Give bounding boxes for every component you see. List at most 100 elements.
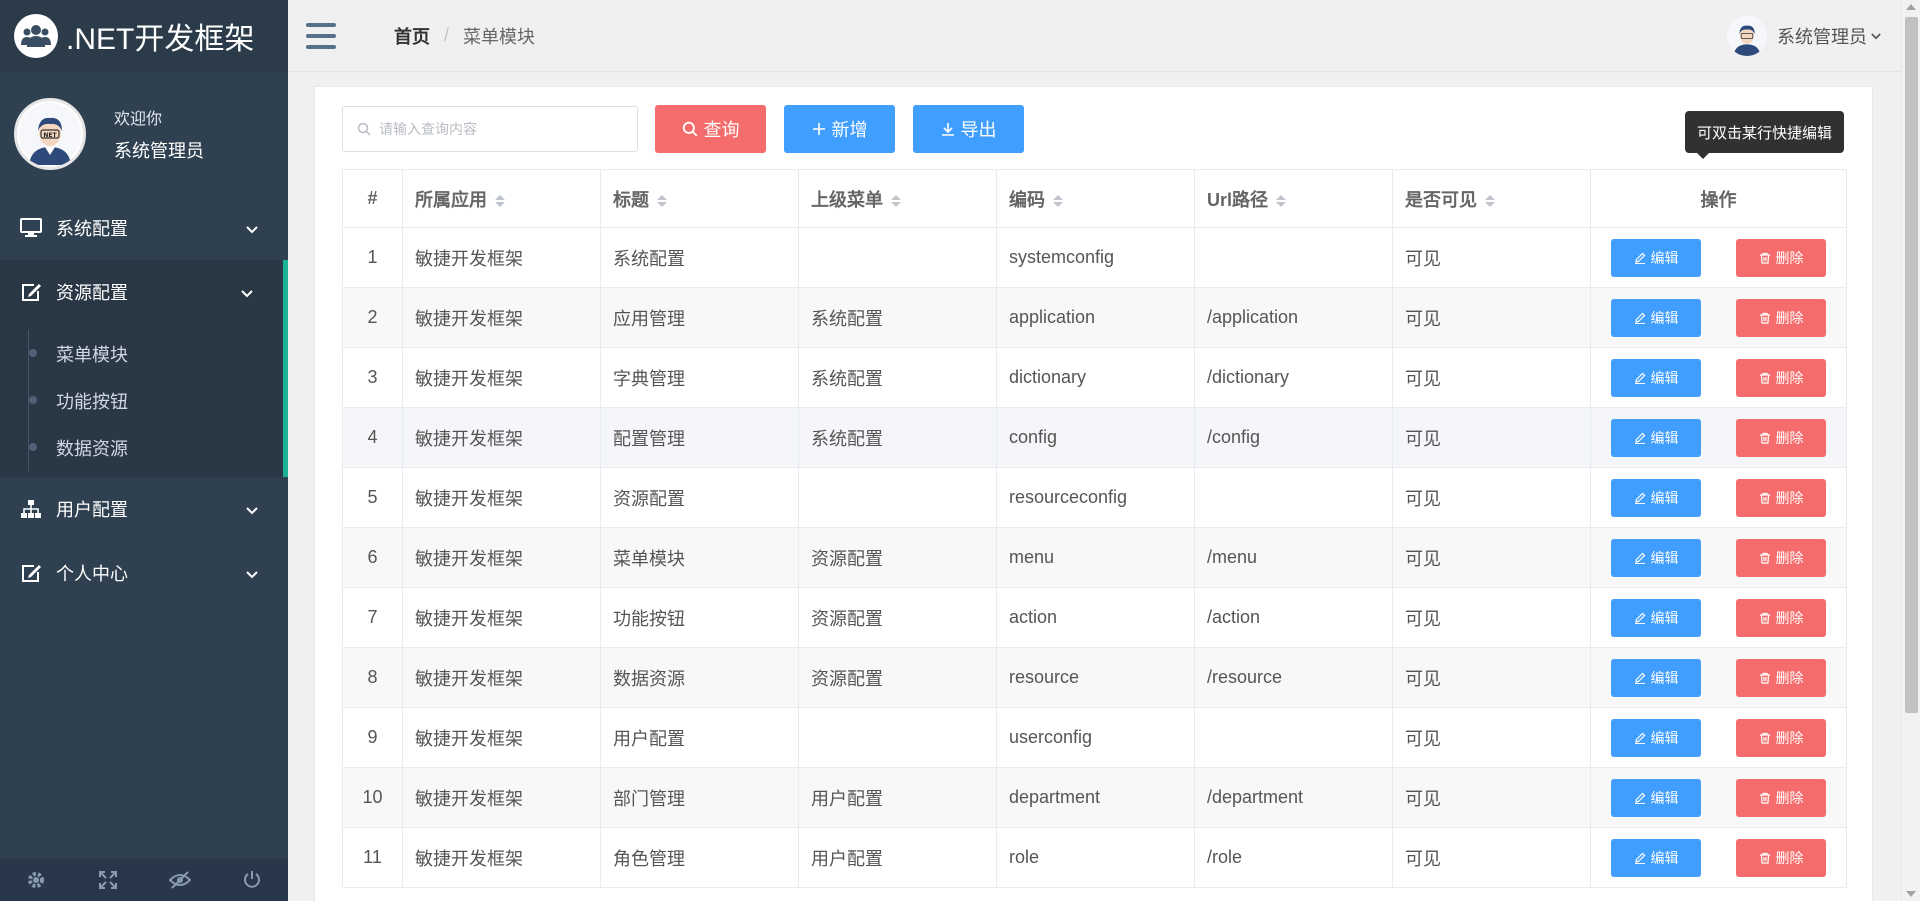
sidebar-subitem-menu-module[interactable]: 菜单模块 <box>0 330 283 377</box>
table-row[interactable]: 5 敏捷开发框架 资源配置 resourceconfig 可见 编辑 删除 <box>342 467 1847 528</box>
edit-icon <box>1634 312 1646 324</box>
brand[interactable]: .NET开发框架 <box>0 0 288 72</box>
sidebar-item-personal-center[interactable]: 个人中心 <box>0 541 288 605</box>
table-row[interactable]: 10 敏捷开发框架 部门管理 用户配置 department/department 可见编… <box>342 767 1847 828</box>
row-visible: 可见 <box>1392 527 1591 588</box>
edit-button[interactable]: 编辑 <box>1611 298 1701 337</box>
main-panel: 查询 新增 导出 可双击某行快捷编辑 # 所属应用 标题 上级菜单 编码 Url… <box>314 86 1873 901</box>
export-button[interactable]: 导出 <box>913 105 1024 153</box>
row-parent: 资源配置 <box>798 647 997 708</box>
delete-button[interactable]: 删除 <box>1736 298 1826 337</box>
row-title: 菜单模块 <box>600 527 799 588</box>
scrollbar-thumb[interactable] <box>1905 17 1918 713</box>
row-parent: 用户配置 <box>798 767 997 828</box>
edit-button[interactable]: 编辑 <box>1611 598 1701 637</box>
table-row[interactable]: 7 敏捷开发框架 功能按钮 资源配置 action/action 可见 编辑 删除 <box>342 587 1847 648</box>
row-visible: 可见 <box>1392 467 1591 528</box>
column-header-parent[interactable]: 上级菜单 <box>798 169 997 228</box>
page-scrollbar[interactable] <box>1901 0 1920 901</box>
delete-button[interactable]: 删除 <box>1736 718 1826 757</box>
edit-icon <box>18 562 44 584</box>
table-row[interactable]: 1 敏捷开发框架 系统配置 systemconfig 可见 编辑 删除 <box>342 227 1847 288</box>
row-visible: 可见 <box>1392 287 1591 348</box>
column-header-index: # <box>342 169 403 228</box>
power-icon[interactable] <box>232 860 272 900</box>
row-title: 数据资源 <box>600 647 799 708</box>
row-url <box>1194 467 1393 528</box>
scroll-up-arrow-icon[interactable] <box>1906 4 1916 10</box>
edit-button[interactable]: 编辑 <box>1611 778 1701 817</box>
delete-button[interactable]: 删除 <box>1736 418 1826 457</box>
edit-button[interactable]: 编辑 <box>1611 838 1701 877</box>
user-menu[interactable]: 系统管理员 <box>1727 16 1881 56</box>
plus-icon <box>812 122 826 136</box>
row-parent: 用户配置 <box>798 827 997 888</box>
delete-button[interactable]: 删除 <box>1736 478 1826 517</box>
trash-icon <box>1759 552 1771 564</box>
table-row[interactable]: 2 敏捷开发框架 应用管理 系统配置 application/application 可见… <box>342 287 1847 348</box>
trash-icon <box>1759 312 1771 324</box>
users-icon <box>21 25 51 47</box>
row-index: 11 <box>342 827 403 888</box>
add-button[interactable]: 新增 <box>784 105 895 153</box>
table-row[interactable]: 8 敏捷开发框架 数据资源 资源配置 resource/resource 可见 编辑 删除 <box>342 647 1847 708</box>
row-visible: 可见 <box>1392 707 1591 768</box>
sidebar-subitem-function-buttons[interactable]: 功能按钮 <box>0 377 283 424</box>
row-parent: 系统配置 <box>798 347 997 408</box>
delete-button[interactable]: 删除 <box>1736 838 1826 877</box>
download-icon <box>941 122 955 136</box>
column-header-url[interactable]: Url路径 <box>1194 169 1393 228</box>
trash-icon <box>1759 792 1771 804</box>
column-header-app[interactable]: 所属应用 <box>402 169 601 228</box>
delete-button[interactable]: 删除 <box>1736 238 1826 277</box>
row-url: /menu <box>1194 527 1393 588</box>
eye-off-icon[interactable] <box>160 860 200 900</box>
table-row[interactable]: 3 敏捷开发框架 字典管理 系统配置 dictionary/dictionary 可见 编辑… <box>342 347 1847 408</box>
sidebar-subitem-data-resources[interactable]: 数据资源 <box>0 424 283 471</box>
breadcrumb-home[interactable]: 首页 <box>394 23 430 49</box>
edit-button[interactable]: 编辑 <box>1611 358 1701 397</box>
sidebar-item-system-config[interactable]: 系统配置 <box>0 196 288 260</box>
delete-button[interactable]: 删除 <box>1736 538 1826 577</box>
search-input[interactable] <box>379 121 619 137</box>
sidebar-item-resource-config[interactable]: 资源配置 <box>0 260 288 324</box>
edit-button[interactable]: 编辑 <box>1611 658 1701 697</box>
column-header-code[interactable]: 编码 <box>996 169 1195 228</box>
search-icon <box>357 122 371 136</box>
add-button-label: 新增 <box>831 120 868 140</box>
fullscreen-icon[interactable] <box>88 860 128 900</box>
row-actions: 编辑 删除 <box>1590 467 1847 528</box>
edit-button[interactable]: 编辑 <box>1611 478 1701 517</box>
delete-button[interactable]: 删除 <box>1736 658 1826 697</box>
sort-icon <box>495 194 505 207</box>
tooltip: 可双击某行快捷编辑 <box>1685 111 1845 159</box>
row-parent <box>798 707 997 768</box>
edit-button[interactable]: 编辑 <box>1611 538 1701 577</box>
column-header-visible[interactable]: 是否可见 <box>1392 169 1591 228</box>
delete-button[interactable]: 删除 <box>1736 778 1826 817</box>
scroll-down-arrow-icon[interactable] <box>1906 891 1916 897</box>
column-header-title[interactable]: 标题 <box>600 169 799 228</box>
row-index: 2 <box>342 287 403 348</box>
chevron-down-icon <box>241 282 253 303</box>
sitemap-icon <box>18 498 44 520</box>
sidebar-item-user-config[interactable]: 用户配置 <box>0 477 288 541</box>
table-row[interactable]: 11 敏捷开发框架 角色管理 用户配置 role/role 可见 编辑 删除 <box>342 827 1847 888</box>
sidebar-footer <box>0 859 288 901</box>
delete-button[interactable]: 删除 <box>1736 358 1826 397</box>
profile-name: 系统管理员 <box>114 141 204 161</box>
trash-icon <box>1759 672 1771 684</box>
table-row[interactable]: 6 敏捷开发框架 菜单模块 资源配置 menu/menu 可见 编辑 删除 <box>342 527 1847 588</box>
hamburger-menu-icon[interactable] <box>306 22 336 49</box>
row-index: 9 <box>342 707 403 768</box>
edit-button[interactable]: 编辑 <box>1611 238 1701 277</box>
query-button[interactable]: 查询 <box>655 105 766 153</box>
edit-button[interactable]: 编辑 <box>1611 718 1701 757</box>
gear-icon[interactable] <box>16 860 56 900</box>
row-app: 敏捷开发框架 <box>402 767 601 828</box>
edit-button[interactable]: 编辑 <box>1611 418 1701 457</box>
table-row[interactable]: 9 敏捷开发框架 用户配置 userconfig 可见 编辑 删除 <box>342 707 1847 768</box>
row-app: 敏捷开发框架 <box>402 227 601 288</box>
delete-button[interactable]: 删除 <box>1736 598 1826 637</box>
table-row[interactable]: 4 敏捷开发框架 配置管理 系统配置 config/config 可见 编辑 删除 <box>342 407 1847 468</box>
